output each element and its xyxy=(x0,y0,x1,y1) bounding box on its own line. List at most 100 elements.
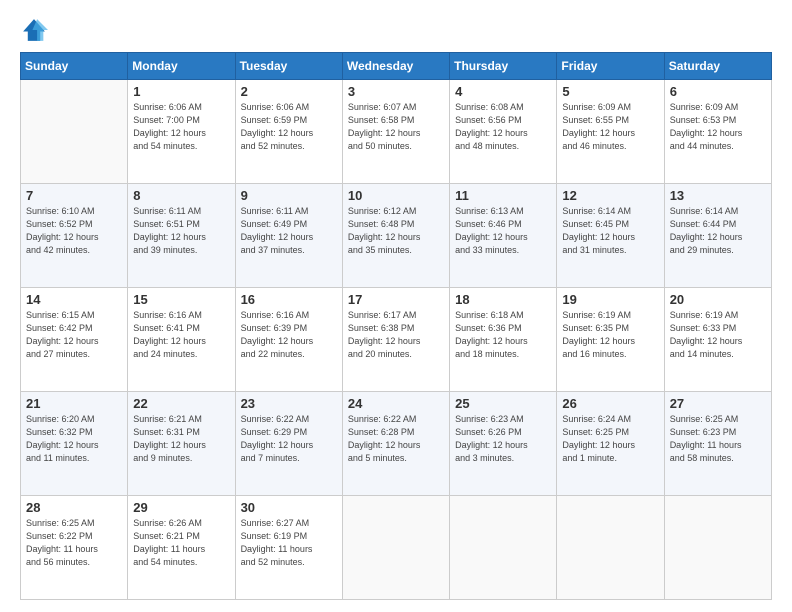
day-number: 14 xyxy=(26,292,122,307)
day-number: 11 xyxy=(455,188,551,203)
calendar-cell: 11 Sunrise: 6:13 AM Sunset: 6:46 PM Dayli… xyxy=(450,184,557,288)
calendar-cell: 21 Sunrise: 6:20 AM Sunset: 6:32 PM Dayli… xyxy=(21,392,128,496)
day-number: 19 xyxy=(562,292,658,307)
day-number: 6 xyxy=(670,84,766,99)
cell-info: Sunrise: 6:19 AM Sunset: 6:33 PM Dayligh… xyxy=(670,309,766,361)
calendar-cell: 12Sunrise: 6:14 AM Sunset: 6:45 PM Dayli… xyxy=(557,184,664,288)
calendar-cell: 14 Sunrise: 6:15 AM Sunset: 6:42 PM Dayli… xyxy=(21,288,128,392)
day-number: 15 xyxy=(133,292,229,307)
calendar-cell: 18 Sunrise: 6:18 AM Sunset: 6:36 PM Dayli… xyxy=(450,288,557,392)
calendar-day-header: Sunday xyxy=(21,53,128,80)
day-number: 18 xyxy=(455,292,551,307)
calendar-cell: 27 Sunrise: 6:25 AM Sunset: 6:23 PM Dayli… xyxy=(664,392,771,496)
day-number: 24 xyxy=(348,396,444,411)
day-number: 13 xyxy=(670,188,766,203)
calendar-cell: 20 Sunrise: 6:19 AM Sunset: 6:33 PM Dayli… xyxy=(664,288,771,392)
day-number: 28 xyxy=(26,500,122,515)
day-number: 20 xyxy=(670,292,766,307)
calendar-cell: 28 Sunrise: 6:25 AM Sunset: 6:22 PM Dayli… xyxy=(21,496,128,600)
calendar-cell: 13 Sunrise: 6:14 AM Sunset: 6:44 PM Dayli… xyxy=(664,184,771,288)
cell-info: Sunrise: 6:22 AM Sunset: 6:28 PM Dayligh… xyxy=(348,413,444,465)
cell-info: Sunrise: 6:15 AM Sunset: 6:42 PM Dayligh… xyxy=(26,309,122,361)
calendar-cell: 29 Sunrise: 6:26 AM Sunset: 6:21 PM Dayli… xyxy=(128,496,235,600)
calendar-cell: 26 Sunrise: 6:24 AM Sunset: 6:25 PM Dayli… xyxy=(557,392,664,496)
calendar-cell: 16 Sunrise: 6:16 AM Sunset: 6:39 PM Dayli… xyxy=(235,288,342,392)
day-number: 2 xyxy=(241,84,337,99)
cell-info: Sunrise: 6:20 AM Sunset: 6:32 PM Dayligh… xyxy=(26,413,122,465)
calendar-day-header: Monday xyxy=(128,53,235,80)
calendar-day-header: Thursday xyxy=(450,53,557,80)
calendar-week-row: 21 Sunrise: 6:20 AM Sunset: 6:32 PM Dayli… xyxy=(21,392,772,496)
cell-info: Sunrise: 6:24 AM Sunset: 6:25 PM Dayligh… xyxy=(562,413,658,465)
calendar-day-header: Tuesday xyxy=(235,53,342,80)
calendar-cell xyxy=(21,80,128,184)
calendar-cell: 22 Sunrise: 6:21 AM Sunset: 6:31 PM Dayli… xyxy=(128,392,235,496)
cell-info: Sunrise: 6:09 AM Sunset: 6:53 PM Dayligh… xyxy=(670,101,766,153)
calendar-header-row: SundayMondayTuesdayWednesdayThursdayFrid… xyxy=(21,53,772,80)
calendar-cell: 9Sunrise: 6:11 AM Sunset: 6:49 PM Daylig… xyxy=(235,184,342,288)
day-number: 9 xyxy=(241,188,337,203)
calendar-cell: 25 Sunrise: 6:23 AM Sunset: 6:26 PM Dayli… xyxy=(450,392,557,496)
day-number: 3 xyxy=(348,84,444,99)
cell-info: Sunrise: 6:26 AM Sunset: 6:21 PM Dayligh… xyxy=(133,517,229,569)
calendar-cell: 5 Sunrise: 6:09 AM Sunset: 6:55 PM Daylig… xyxy=(557,80,664,184)
calendar-day-header: Saturday xyxy=(664,53,771,80)
day-number: 23 xyxy=(241,396,337,411)
day-number: 16 xyxy=(241,292,337,307)
day-number: 5 xyxy=(562,84,658,99)
logo xyxy=(20,16,52,44)
calendar-week-row: 7Sunrise: 6:10 AM Sunset: 6:52 PM Daylig… xyxy=(21,184,772,288)
cell-info: Sunrise: 6:13 AM Sunset: 6:46 PM Dayligh… xyxy=(455,205,551,257)
day-number: 26 xyxy=(562,396,658,411)
cell-info: Sunrise: 6:18 AM Sunset: 6:36 PM Dayligh… xyxy=(455,309,551,361)
calendar-table: SundayMondayTuesdayWednesdayThursdayFrid… xyxy=(20,52,772,600)
cell-info: Sunrise: 6:23 AM Sunset: 6:26 PM Dayligh… xyxy=(455,413,551,465)
calendar-cell: 4Sunrise: 6:08 AM Sunset: 6:56 PM Daylig… xyxy=(450,80,557,184)
cell-info: Sunrise: 6:11 AM Sunset: 6:51 PM Dayligh… xyxy=(133,205,229,257)
page: SundayMondayTuesdayWednesdayThursdayFrid… xyxy=(0,0,792,612)
calendar-day-header: Wednesday xyxy=(342,53,449,80)
calendar-cell: 30 Sunrise: 6:27 AM Sunset: 6:19 PM Dayli… xyxy=(235,496,342,600)
calendar-cell: 24 Sunrise: 6:22 AM Sunset: 6:28 PM Dayli… xyxy=(342,392,449,496)
cell-info: Sunrise: 6:25 AM Sunset: 6:22 PM Dayligh… xyxy=(26,517,122,569)
cell-info: Sunrise: 6:10 AM Sunset: 6:52 PM Dayligh… xyxy=(26,205,122,257)
calendar-week-row: 14 Sunrise: 6:15 AM Sunset: 6:42 PM Dayli… xyxy=(21,288,772,392)
cell-info: Sunrise: 6:09 AM Sunset: 6:55 PM Dayligh… xyxy=(562,101,658,153)
day-number: 12 xyxy=(562,188,658,203)
cell-info: Sunrise: 6:06 AM Sunset: 6:59 PM Dayligh… xyxy=(241,101,337,153)
cell-info: Sunrise: 6:19 AM Sunset: 6:35 PM Dayligh… xyxy=(562,309,658,361)
cell-info: Sunrise: 6:14 AM Sunset: 6:44 PM Dayligh… xyxy=(670,205,766,257)
cell-info: Sunrise: 6:16 AM Sunset: 6:39 PM Dayligh… xyxy=(241,309,337,361)
cell-info: Sunrise: 6:06 AM Sunset: 7:00 PM Dayligh… xyxy=(133,101,229,153)
day-number: 22 xyxy=(133,396,229,411)
calendar-cell: 8 Sunrise: 6:11 AM Sunset: 6:51 PM Daylig… xyxy=(128,184,235,288)
calendar-cell: 7Sunrise: 6:10 AM Sunset: 6:52 PM Daylig… xyxy=(21,184,128,288)
day-number: 27 xyxy=(670,396,766,411)
calendar-cell: 1Sunrise: 6:06 AM Sunset: 7:00 PM Daylig… xyxy=(128,80,235,184)
cell-info: Sunrise: 6:17 AM Sunset: 6:38 PM Dayligh… xyxy=(348,309,444,361)
cell-info: Sunrise: 6:21 AM Sunset: 6:31 PM Dayligh… xyxy=(133,413,229,465)
day-number: 29 xyxy=(133,500,229,515)
cell-info: Sunrise: 6:25 AM Sunset: 6:23 PM Dayligh… xyxy=(670,413,766,465)
header xyxy=(20,16,772,44)
day-number: 17 xyxy=(348,292,444,307)
cell-info: Sunrise: 6:27 AM Sunset: 6:19 PM Dayligh… xyxy=(241,517,337,569)
calendar-cell xyxy=(342,496,449,600)
calendar-day-header: Friday xyxy=(557,53,664,80)
day-number: 25 xyxy=(455,396,551,411)
calendar-cell: 2 Sunrise: 6:06 AM Sunset: 6:59 PM Daylig… xyxy=(235,80,342,184)
logo-icon xyxy=(20,16,48,44)
calendar-cell xyxy=(450,496,557,600)
day-number: 30 xyxy=(241,500,337,515)
calendar-cell: 23Sunrise: 6:22 AM Sunset: 6:29 PM Dayli… xyxy=(235,392,342,496)
calendar-cell: 6 Sunrise: 6:09 AM Sunset: 6:53 PM Daylig… xyxy=(664,80,771,184)
cell-info: Sunrise: 6:12 AM Sunset: 6:48 PM Dayligh… xyxy=(348,205,444,257)
calendar-cell: 19 Sunrise: 6:19 AM Sunset: 6:35 PM Dayli… xyxy=(557,288,664,392)
day-number: 8 xyxy=(133,188,229,203)
day-number: 21 xyxy=(26,396,122,411)
calendar-cell: 15Sunrise: 6:16 AM Sunset: 6:41 PM Dayli… xyxy=(128,288,235,392)
cell-info: Sunrise: 6:07 AM Sunset: 6:58 PM Dayligh… xyxy=(348,101,444,153)
calendar-cell xyxy=(557,496,664,600)
day-number: 10 xyxy=(348,188,444,203)
calendar-week-row: 1Sunrise: 6:06 AM Sunset: 7:00 PM Daylig… xyxy=(21,80,772,184)
